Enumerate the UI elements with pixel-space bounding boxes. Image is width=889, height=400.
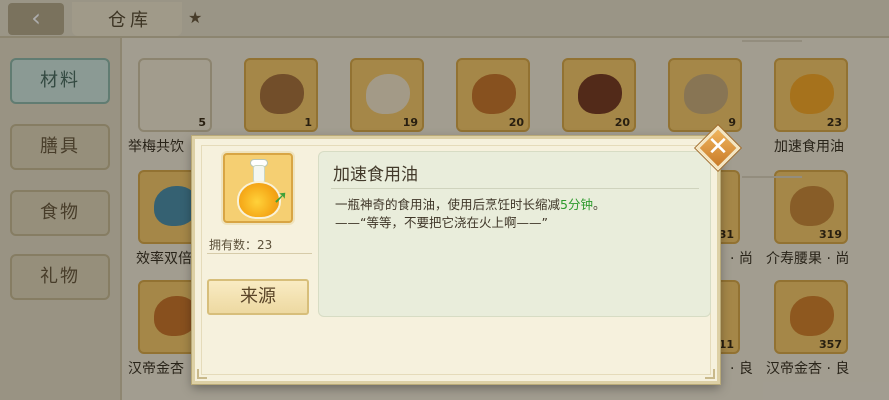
- description-text: 。: [592, 197, 606, 212]
- item-icon-frame: ➚: [223, 153, 293, 223]
- close-icon: ✕: [707, 132, 729, 162]
- divider: [207, 253, 312, 254]
- item-description: 一瓶神奇的食用油，使用后烹饪时长缩减5分钟。: [335, 194, 605, 213]
- divider: [331, 188, 699, 189]
- corner-ornament: [705, 369, 715, 379]
- description-text: 一瓶神奇的食用油，使用后烹饪时长缩减: [335, 197, 561, 212]
- item-title: 加速食用油: [333, 165, 418, 185]
- highlighted-value: 5分钟: [560, 197, 593, 212]
- close-button[interactable]: ✕: [695, 125, 741, 171]
- item-detail-popup: ➚ 拥有数：23 来源 加速食用油 一瓶神奇的食用油，使用后烹饪时长缩减5分钟。…: [192, 136, 720, 384]
- corner-ornament: [197, 369, 207, 379]
- owned-count: 拥有数：23: [209, 238, 273, 252]
- item-flavor-text: ——“等等，不要把它浇在火上啊——”: [335, 215, 548, 230]
- description-panel: 加速食用油 一瓶神奇的食用油，使用后烹饪时长缩减5分钟。 ——“等等，不要把它浇…: [318, 151, 711, 317]
- source-button[interactable]: 来源: [207, 279, 309, 315]
- speed-up-arrow-icon: ➚: [273, 187, 289, 208]
